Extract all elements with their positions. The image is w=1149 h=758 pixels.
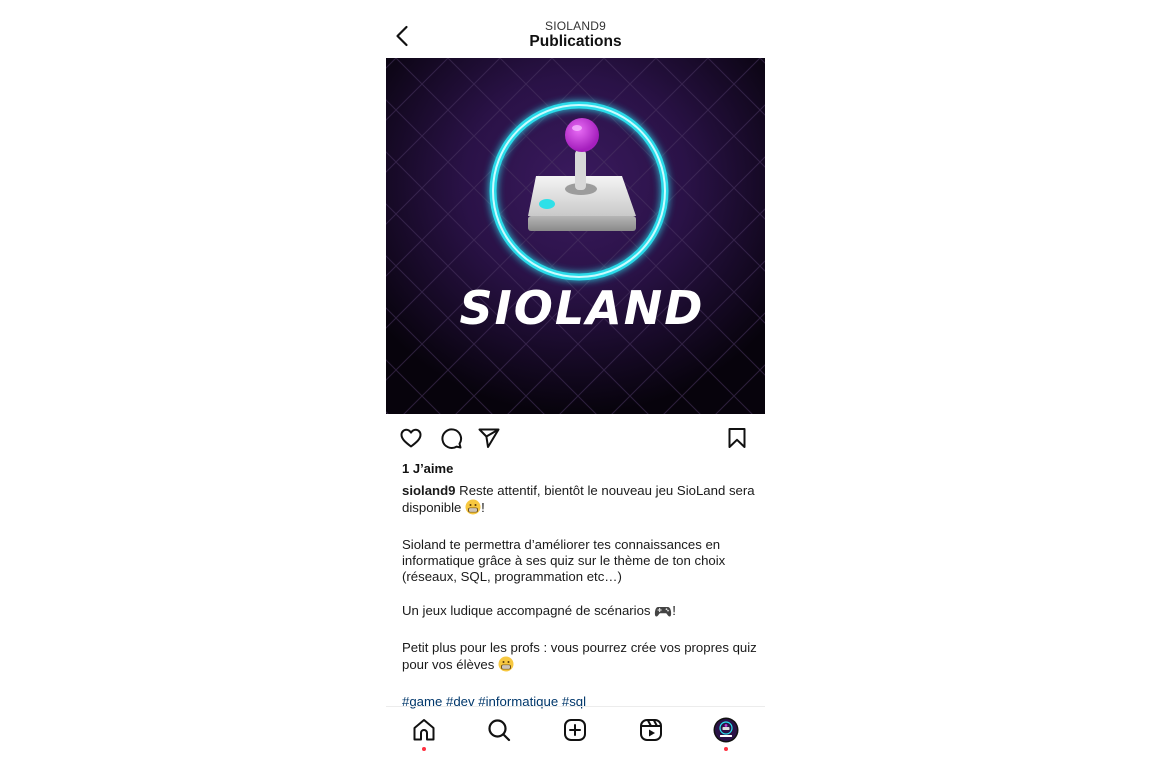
post-image[interactable]: SIOLAND [386, 58, 765, 414]
header-username: SIOLAND9 [545, 19, 606, 33]
send-icon [478, 428, 500, 448]
caption-paragraph-4: Petit plus pour les profs : vous pourrez… [402, 640, 757, 676]
hashtags: #game #dev #informatique #sql [402, 694, 757, 710]
home-icon [413, 719, 435, 741]
bottom-nav [386, 713, 765, 758]
bookmark-icon [728, 428, 746, 448]
grimace-emoji-icon [465, 499, 481, 519]
post-action-bar [386, 424, 765, 452]
reels-icon [640, 719, 662, 741]
heart-icon [400, 428, 422, 448]
comment-icon [441, 428, 463, 449]
search-icon [488, 719, 511, 742]
notification-dot [422, 747, 426, 751]
plus-square-icon [564, 719, 586, 741]
notification-dot [724, 747, 728, 751]
caption-paragraph-3: Un jeux ludique accompagné de scénarios … [402, 603, 757, 622]
nav-home[interactable] [411, 717, 437, 743]
instagram-post-screen: SIOLAND9 Publications SIOLAND 1 J’aime s… [386, 0, 765, 758]
post-caption: sioland9 Reste attentif, bientôt le nouv… [402, 483, 757, 728]
like-button[interactable] [399, 426, 423, 450]
share-button[interactable] [477, 426, 501, 450]
caption-paragraph-1: sioland9 Reste attentif, bientôt le nouv… [402, 483, 757, 519]
comment-button[interactable] [439, 426, 463, 450]
grimace-emoji-icon [498, 656, 514, 676]
nav-profile[interactable] [713, 717, 739, 743]
caption-paragraph-2: Sioland te permettra d’améliorer tes con… [402, 537, 726, 584]
nav-search[interactable] [486, 717, 512, 743]
caption-username[interactable]: sioland9 [402, 483, 456, 498]
caption-text-3: Un jeux ludique accompagné de scénarios [402, 603, 655, 618]
likes-count[interactable]: 1 J’aime [402, 461, 453, 476]
caption-text-4: Petit plus pour les profs : vous pourrez… [402, 640, 757, 672]
page-title: Publications [529, 33, 622, 50]
caption-text-3-end: ! [672, 603, 676, 618]
profile-avatar [713, 717, 739, 743]
nav-create[interactable] [562, 717, 588, 743]
game-controller-emoji-icon [654, 604, 672, 622]
nav-divider [386, 706, 765, 707]
caption-text-1: Reste attentif, bientôt le nouveau jeu S… [402, 483, 755, 515]
post-image-logo-text: SIOLAND [460, 281, 705, 335]
save-button[interactable] [725, 426, 749, 450]
caption-text-1-end: ! [481, 500, 485, 515]
header: SIOLAND9 Publications [386, 16, 765, 56]
nav-reels[interactable] [638, 717, 664, 743]
